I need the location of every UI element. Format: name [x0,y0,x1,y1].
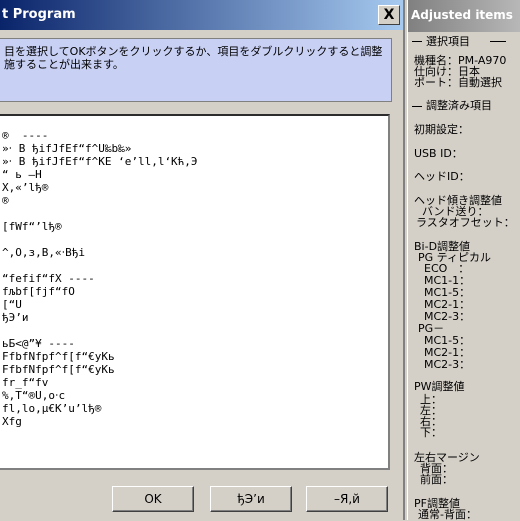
list-item[interactable]: fr_f“fv [0,376,388,389]
usb-id-label: USB ID： [414,147,463,160]
mc2-1-label: MC2-1： [424,298,471,311]
section-adjusted: 調整済み項目 [426,99,492,112]
margin-front-label: 前面： [420,473,453,486]
initial-setting-label: 初期設定： [414,123,469,136]
mc2-3-label: MC2-3： [424,310,471,323]
separator [490,41,506,42]
list-item[interactable] [0,207,388,220]
list-item[interactable]: fl,lo,µ€K’u’lђ® [0,402,388,415]
eco-label: ECO ： [424,262,470,275]
list-item[interactable]: ьБ<@”¥ ---- [0,337,388,350]
list-item[interactable]: “fefif“fX ---- [0,272,388,285]
list-item[interactable]: fљbf[fjf“fO [0,285,388,298]
panel-title: Adjusted items [411,8,513,22]
instruction-line-1: 目を選択してOKボタンをクリックするか、項目をダブルクリックすると調整 [4,45,383,58]
list-item[interactable]: ® ---- [0,129,388,142]
section-selected: 選択項目 [426,35,470,48]
close-icon: X [383,7,395,23]
instruction-text: 目を選択してOKボタンをクリックするか、項目をダブルクリックすると調整 施するこ… [0,38,392,102]
list-item[interactable]: ® [0,194,388,207]
list-item[interactable] [0,259,388,272]
adjustment-item-list[interactable]: ® ---- »‧ B ђifJfEf“f^U‰b‰» »‧ B ђifJfEf“f… [0,114,390,470]
mc1-1-label: MC1-1： [424,274,471,287]
head-id-label: ヘッドID： [414,170,470,183]
list-item[interactable] [0,233,388,246]
separator [412,41,422,42]
adjusted-items-panel: Adjusted items 選択項目 機種名：PM-A970 仕向け：日本 ポ… [407,0,520,520]
back-button[interactable]: –Я,й [306,486,388,512]
list-item[interactable]: ^,O,з,B,«‧Bђi [0,246,388,259]
list-item[interactable] [0,324,388,337]
list-item[interactable]: »‧ B ђifJfEf“f^U‰b‰» [0,142,388,155]
list-item[interactable]: Xfg [0,415,388,428]
close-button[interactable]: X [378,5,400,25]
mc1-5-label: MC1-5： [424,286,471,299]
list-item[interactable]: ђЭ’и [0,311,388,324]
panel-titlebar: Adjusted items [408,0,520,32]
pw-down-label: 下： [420,426,442,439]
raster-offset-label: ラスタオフセット： [416,216,515,229]
list-item[interactable]: “ ь –H [0,168,388,181]
pw-adjust-label: PW調整値 [414,380,465,393]
mc1-5b-label: MC1-5： [424,334,471,347]
program-dialog: t Program X 目を選択してOKボタンをクリックするか、項目をダブルクリ… [0,0,405,520]
dialog-titlebar[interactable]: t Program X [0,0,403,30]
ok-button[interactable]: OK [112,486,194,512]
dialog-title: t Program [2,7,76,22]
list-item[interactable]: [“U [0,298,388,311]
list-item[interactable]: FfbfNfpf^f[f“€уКь [0,350,388,363]
port-label: ポート：自動選択 [414,76,502,89]
execute-button[interactable]: ђЭ’и [210,486,292,512]
list-item[interactable]: [fWf“’lђ® [0,220,388,233]
list-item[interactable]: %‚T“®U,o‧c [0,389,388,402]
instruction-line-2: 施することが出来ます。 [4,58,124,71]
list-item[interactable]: X,«’lђ® [0,181,388,194]
list-item[interactable] [0,116,388,129]
mc2-1b-label: MC2-1： [424,346,471,359]
separator [412,106,422,107]
pf-normal-label: 通常-背面： [418,508,477,521]
mc2-3b-label: MC2-3： [424,358,471,371]
pg-minus-label: PG－ [418,322,445,335]
list-item[interactable]: »‧ B ђifJfEf“f^KE ‘e’ll,l‘Kћ,Э [0,155,388,168]
list-item[interactable]: FfbfNfpf^f[f“€уКь [0,363,388,376]
